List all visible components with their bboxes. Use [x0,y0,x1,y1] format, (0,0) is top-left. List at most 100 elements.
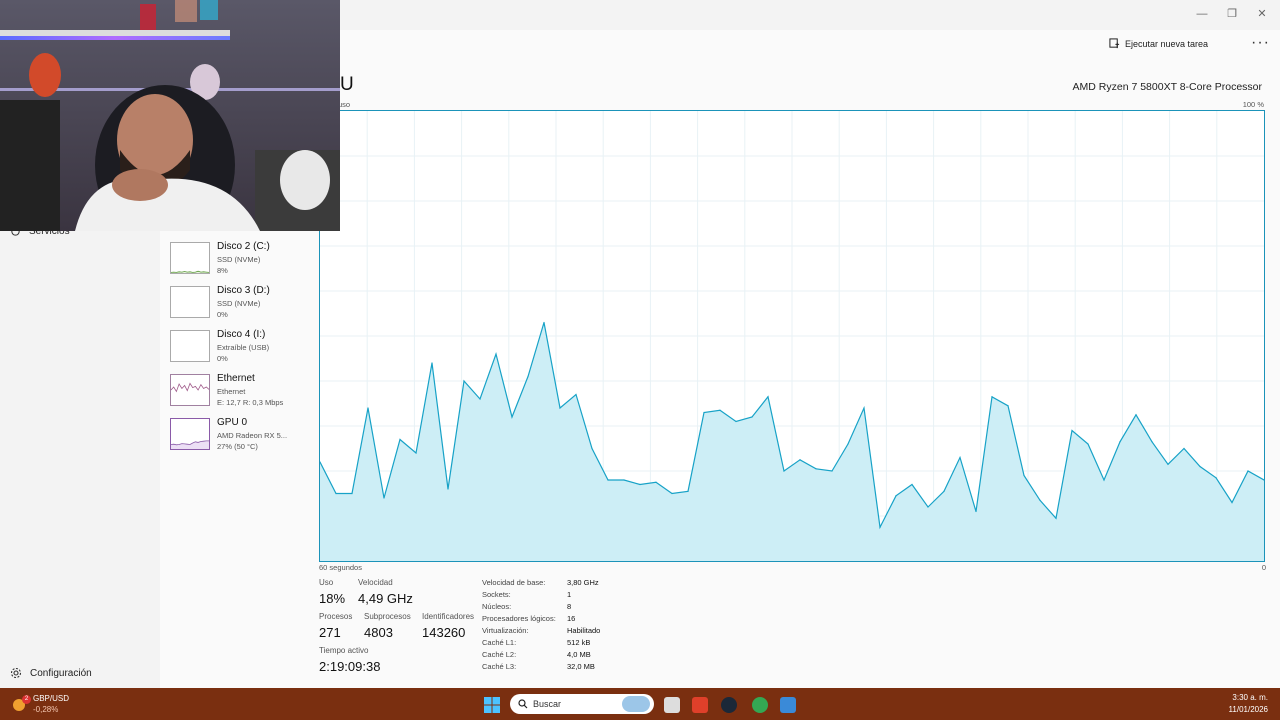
cpu-usage-point [1135,414,1137,416]
cpu-usage-point [1183,447,1185,450]
cpu-usage-point [975,510,977,513]
cpu-usage-point [783,470,785,472]
device-type: Extraíble (USB) [217,343,270,352]
device-type: SSD (NVMe) [217,255,261,264]
spec-value: 32,0 MB [567,662,595,671]
cpu-usage-point [863,407,865,409]
cpu-usage-point [559,407,561,409]
cpu-usage-chart [319,110,1265,562]
cpu-usage-point [1055,517,1057,519]
device-type: AMD Radeon RX 5... [217,431,288,440]
chart-max-label: 100 % [1242,100,1264,109]
start-button[interactable] [484,697,500,713]
cpu-usage-point [399,438,401,441]
device-disk-2[interactable]: Disco 2 (C:) SSD (NVMe) 8% [170,241,318,282]
cpu-usage-point [1039,499,1041,501]
cpu-usage-point [495,353,497,355]
cpu-usage-point [1103,479,1105,481]
cpu-usage-point [463,380,465,382]
chrome-icon[interactable] [752,697,768,713]
cpu-usage-point [703,411,705,414]
sidebar-item-settings[interactable]: Configuración [10,667,92,679]
cpu-usage-point [1231,501,1233,504]
more-options-button[interactable]: ··· [1251,34,1270,52]
device-detail: 8% [217,266,228,275]
device-type: Ethernet [217,387,246,396]
cpu-usage-point [1167,463,1169,465]
device-name: GPU 0 [217,417,248,428]
device-disk-4[interactable]: Disco 4 (I:) Extraíble (USB) 0% [170,329,318,370]
cpu-usage-point [815,468,817,470]
gear-icon [10,667,22,679]
clock[interactable]: 3:30 a. m. 11/01/2026 [1229,692,1268,716]
cpu-usage-point [1247,470,1249,472]
cpu-usage-point [1119,441,1121,443]
device-detail: 0% [217,310,228,319]
spec-label: Virtualización: [482,626,529,635]
processes-label: Procesos [319,612,353,621]
spec-value: Habilitado [567,626,601,635]
cpu-usage-point [671,492,673,495]
cpu-usage-point [767,396,769,398]
disk-2-graph [171,270,209,273]
cpu-usage-point [431,362,433,364]
close-button[interactable]: ✕ [1248,4,1276,24]
cpu-usage-point [1215,477,1217,479]
gpu-thumbnail [170,418,210,450]
windows-icon [484,697,500,713]
thumbnail-area [171,383,209,405]
brave-browser-icon[interactable] [692,697,708,713]
cpu-usage-point [367,407,369,409]
taskbar-search[interactable]: Buscar [510,694,654,714]
device-ethernet[interactable]: Ethernet Ethernet E: 12,7 R: 0,3 Mbps [170,373,318,414]
run-new-task-button[interactable]: Ejecutar nueva tarea [1109,38,1208,49]
notification-badge: 2 [22,695,31,704]
page-title: U [340,74,354,95]
task-view-icon[interactable] [664,697,680,713]
cpu-usage-graph [319,111,1265,561]
clock-date: 11/01/2026 [1228,705,1268,714]
cpu-usage-point [847,443,849,445]
cpu-usage-point [415,452,417,454]
spec-value: 3,80 GHz [567,578,599,587]
cpu-usage-point [447,488,449,490]
maximize-button[interactable]: ❐ [1218,4,1246,24]
device-detail: 0% [217,354,228,363]
device-gpu-0[interactable]: GPU 0 AMD Radeon RX 5... 27% (50 °C) [170,417,318,458]
chart-zero-label: 0 [1261,563,1266,572]
chart-time-label: 60 segundos [319,563,362,572]
ticker-change: -0,28% [33,705,59,714]
minimize-button[interactable]: — [1188,4,1216,24]
cpu-usage-point [1151,441,1153,443]
device-disk-3[interactable]: Disco 3 (D:) SSD (NVMe) 0% [170,285,318,326]
gpu-graph [171,440,209,449]
search-icon [518,699,528,709]
threads-value: 4803 [364,625,393,640]
uptime-value: 2:19:09:38 [319,659,381,674]
new-task-icon [1109,38,1120,49]
handles-label: Identificadores [422,612,475,621]
spec-value: 4,0 MB [567,650,591,659]
cpu-usage-point [927,506,929,508]
steam-icon[interactable] [721,697,737,713]
cpu-usage-point [335,492,337,495]
thumbnail-line [171,382,209,393]
ethernet-graph [171,382,209,405]
cpu-usage-point [911,483,913,486]
cpu-usage-point [719,409,721,411]
sidebar-item-label: Configuración [30,667,92,679]
speed-label: Velocidad [358,578,393,587]
usage-value: 18% [319,591,346,606]
task-manager-icon[interactable] [780,697,796,713]
device-name: Disco 3 (D:) [217,285,270,296]
spec-label: Caché L3: [482,662,517,671]
device-name: Disco 2 (C:) [217,241,270,252]
cpu-usage-point [511,416,513,418]
device-detail: E: 12,7 R: 0,3 Mbps [217,398,284,407]
cpu-usage-point [527,375,529,378]
cpu-usage-point [607,479,609,481]
clock-time: 3:30 a. m. [1232,693,1268,702]
disk-2-thumbnail [170,242,210,274]
weather-widget[interactable]: 2 GBP/USD -0,28% [12,693,72,717]
webcam-image [0,0,340,231]
